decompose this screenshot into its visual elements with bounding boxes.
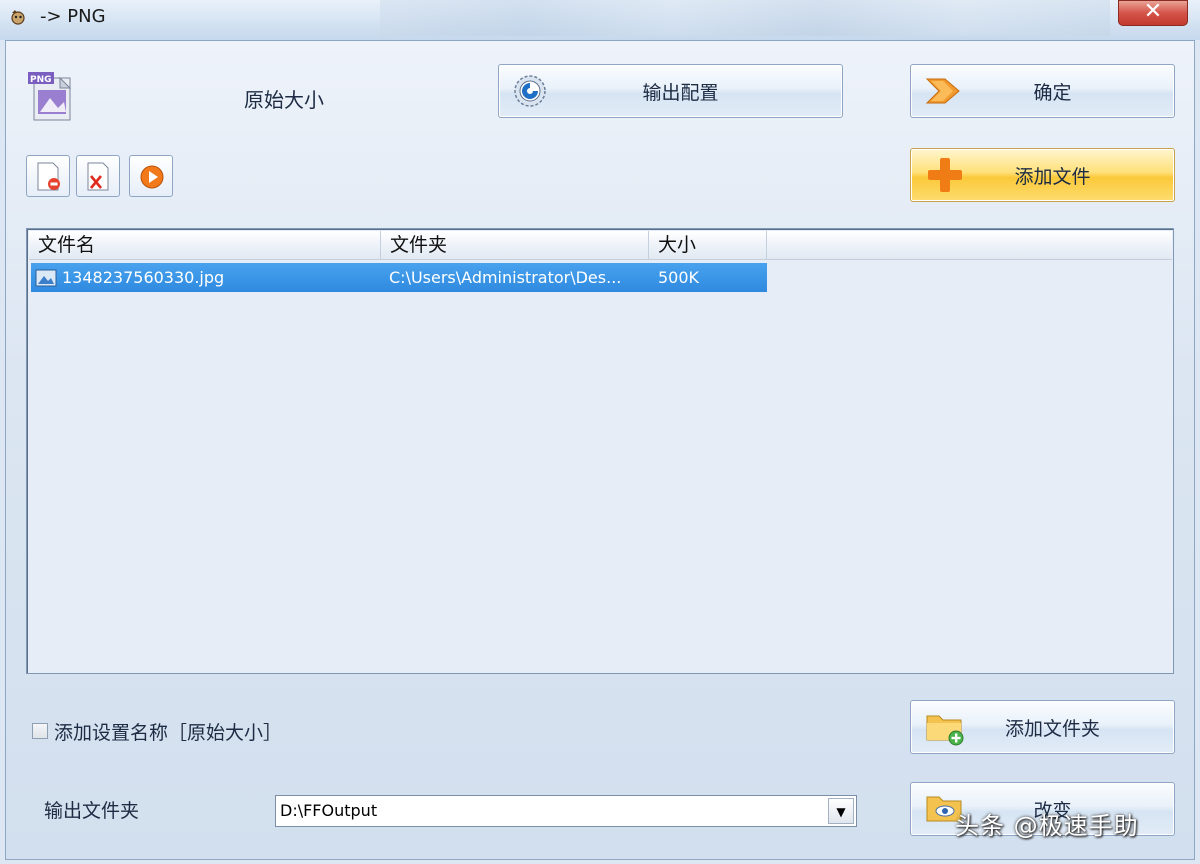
close-icon: ✕	[1143, 0, 1163, 24]
append-name-label: 添加设置名称［原始大小］	[54, 722, 283, 744]
output-folder-select[interactable]: D:\FFOutput ▼	[275, 795, 857, 827]
background-window-strip	[380, 0, 1110, 36]
output-folder-value: D:\FFOutput	[280, 801, 378, 820]
file-list[interactable]: 文件名 文件夹 大小 1348237560330.jpg C:\Users\Ad…	[26, 228, 1174, 674]
clear-list-button[interactable]	[76, 155, 120, 197]
watermark: 头条 @极速手助	[955, 812, 1139, 840]
row-folder: C:\Users\Administrator\Des...	[389, 268, 622, 287]
add-file-label: 添加文件	[1014, 165, 1091, 188]
ok-label: 确定	[1033, 81, 1072, 104]
column-header-folder[interactable]: 文件夹	[381, 231, 649, 260]
start-button[interactable]	[129, 155, 173, 197]
output-format-label: 原始大小	[244, 88, 324, 112]
append-name-checkbox[interactable]	[32, 723, 48, 739]
png-icon-text: PNG	[30, 75, 52, 85]
column-header-filename[interactable]: 文件名	[29, 231, 381, 260]
add-folder-button[interactable]: 添加文件夹	[910, 700, 1175, 754]
row-size: 500K	[658, 268, 700, 287]
ok-button[interactable]: 确定	[910, 64, 1175, 118]
row-filename: 1348237560330.jpg	[62, 268, 225, 287]
remove-file-icon	[37, 162, 60, 191]
output-folder-label: 输出文件夹	[44, 800, 140, 822]
window-title: -> PNG	[40, 6, 106, 27]
remove-file-button[interactable]	[26, 155, 70, 197]
title-bar: -> PNG ✕	[0, 0, 1200, 40]
add-file-button[interactable]: 添加文件	[910, 148, 1175, 202]
column-header-size[interactable]: 大小	[649, 231, 767, 260]
image-file-icon	[35, 269, 57, 287]
clear-list-icon	[87, 162, 109, 191]
list-header: 文件名 文件夹 大小	[29, 231, 1172, 260]
play-icon	[140, 165, 164, 189]
output-config-button[interactable]: 输出配置	[498, 64, 843, 118]
app-icon	[11, 10, 25, 25]
png-format-icon: PNG	[28, 72, 72, 121]
add-folder-label: 添加文件夹	[1004, 717, 1100, 740]
output-config-label: 输出配置	[642, 81, 719, 104]
close-button[interactable]: ✕	[1118, 0, 1188, 26]
dropdown-arrow-icon[interactable]: ▼	[828, 798, 854, 824]
table-row[interactable]: 1348237560330.jpg C:\Users\Administrator…	[31, 263, 767, 292]
